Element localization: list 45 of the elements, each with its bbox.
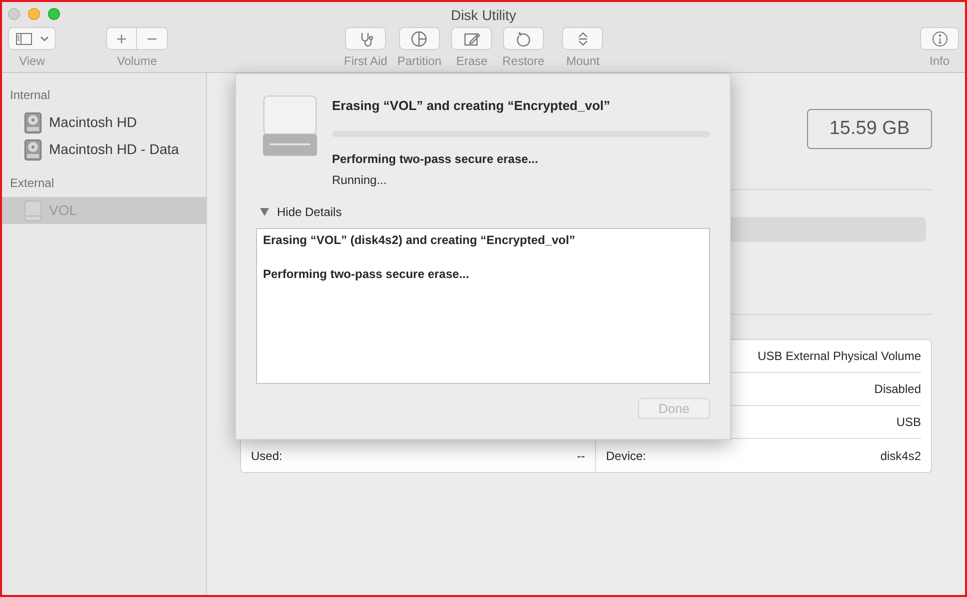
- sheet-title: Erasing “VOL” and creating “Encrypted_vol”: [332, 97, 612, 115]
- info-value: disk4s2: [880, 448, 921, 464]
- external-drive-icon: [262, 94, 318, 158]
- chevron-down-icon: [40, 36, 48, 42]
- info-value: Disabled: [874, 381, 921, 398]
- toolbar-label: Erase: [456, 55, 488, 67]
- toolbar-button[interactable]: [345, 27, 386, 50]
- info-icon: [932, 30, 948, 46]
- zoom-window-button[interactable]: [48, 8, 60, 20]
- remove-volume-button[interactable]: −: [137, 27, 168, 50]
- details-toggle[interactable]: Hide Details: [256, 202, 342, 220]
- toolbar-label: Mount: [566, 55, 600, 67]
- toolbar-button[interactable]: [562, 27, 604, 50]
- info-label: Used:: [251, 448, 282, 464]
- toolbar-label: Info: [929, 55, 950, 67]
- add-volume-button[interactable]: +: [106, 27, 137, 50]
- disclosure-triangle-icon: [260, 208, 269, 216]
- log-line: Performing two-pass secure erase...: [263, 266, 470, 280]
- toolbar-label: Partition: [397, 55, 442, 67]
- toolbar-label: First Aid: [344, 55, 388, 67]
- status-text: Running...: [332, 172, 388, 188]
- pencil-icon: [462, 30, 482, 46]
- capacity-box: 15.59 GB: [807, 109, 932, 149]
- toolbar-label: Restore: [502, 55, 544, 67]
- toolbar-label: Volume: [116, 55, 158, 67]
- sidebar-section-title: External: [10, 176, 54, 190]
- info-value: USB External Physical Volume: [758, 348, 921, 365]
- window-title: Disk Utility: [450, 6, 516, 25]
- info-button[interactable]: [920, 27, 959, 50]
- view-button[interactable]: [8, 27, 56, 50]
- sidebar-item[interactable]: Macintosh HD: [2, 109, 206, 136]
- pie-chart-icon: [409, 30, 430, 46]
- info-label: Device:: [606, 448, 646, 464]
- toolbar-button[interactable]: [398, 27, 440, 50]
- info-value: --: [577, 448, 585, 464]
- external-drive-icon: [24, 200, 42, 222]
- info-value: USB: [896, 414, 921, 431]
- sidebar-icon: [16, 32, 32, 44]
- step-text: Performing two-pass secure erase...: [332, 150, 540, 168]
- toolbar-label: View: [19, 55, 45, 67]
- sidebar-section-title: Internal: [10, 88, 50, 102]
- log-line: Erasing “VOL” (disk4s2) and creating “Encrypted_vol”: [263, 232, 576, 246]
- toolbar-button[interactable]: [502, 27, 544, 50]
- sidebar-item[interactable]: Macintosh HD - Data: [2, 136, 206, 163]
- toolbar-button[interactable]: [451, 27, 492, 50]
